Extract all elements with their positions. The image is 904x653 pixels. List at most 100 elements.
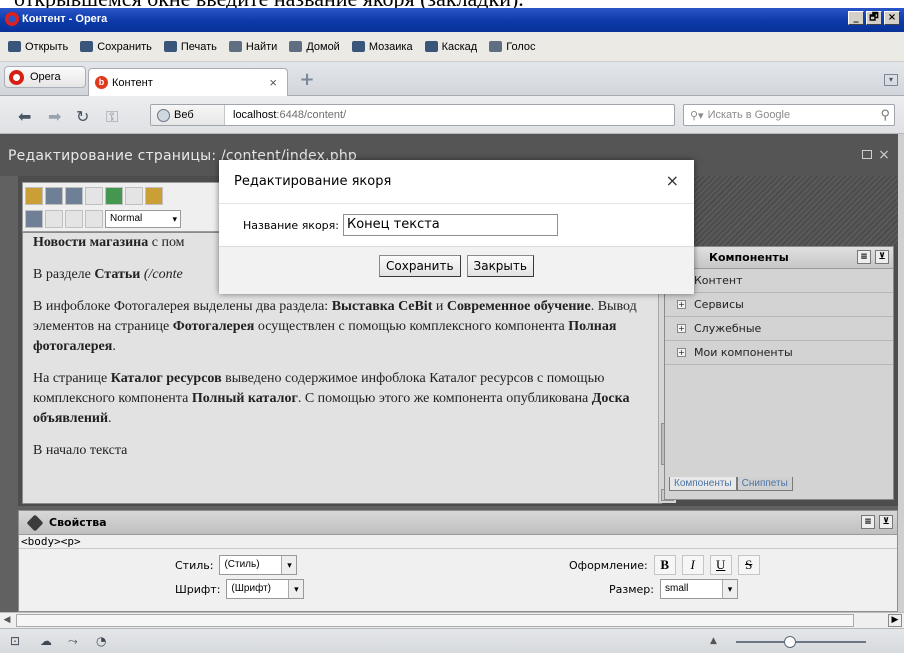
tab-components[interactable]: Компоненты <box>669 477 737 491</box>
format-row: Оформление: B I U S <box>569 555 760 575</box>
search-engine-icon[interactable]: ⚲▾ <box>690 109 704 122</box>
panel-toggle-icon[interactable]: ⊡ <box>10 635 24 647</box>
size-row: Размер: small <box>609 579 738 599</box>
horizontal-scrollbar[interactable]: ◀ ▶ <box>0 612 904 628</box>
reload-icon[interactable]: ↻ <box>76 107 89 126</box>
cloud-icon[interactable]: ☁ <box>40 635 54 647</box>
minimize-button[interactable]: _ <box>848 11 864 25</box>
new-tab-button[interactable]: + <box>298 71 316 90</box>
paragraph-style-select[interactable]: Normal <box>105 210 181 228</box>
properties-header: Свойства ≡ ⊻ <box>19 511 897 535</box>
save-doc-icon[interactable] <box>45 187 63 205</box>
dialog-close-icon[interactable]: × <box>666 171 679 190</box>
split-mode-icon[interactable] <box>65 210 83 228</box>
undo-icon[interactable] <box>105 187 123 205</box>
expand-icon[interactable]: + <box>677 324 686 333</box>
save-icon <box>80 41 94 52</box>
search-icon <box>228 41 242 52</box>
php-mode-icon[interactable] <box>85 210 103 228</box>
zoom-track <box>736 641 866 643</box>
expand-icon[interactable]: + <box>677 300 686 309</box>
panel-dock-icon[interactable]: ⊻ <box>875 250 889 264</box>
restore-button[interactable]: 🗗 <box>866 11 882 25</box>
strikethrough-button[interactable]: S <box>737 555 760 575</box>
save-button[interactable]: Сохранить <box>80 41 152 53</box>
zoom-menu-icon[interactable]: ▲ <box>710 636 717 646</box>
tab-snippets[interactable]: Сниппеты <box>736 477 793 491</box>
scroll-right-arrow-icon[interactable]: ▶ <box>888 614 902 627</box>
scroll-left-arrow-icon[interactable]: ◀ <box>0 614 14 627</box>
component-group-system[interactable]: + Служебные <box>665 317 893 341</box>
italic-button[interactable]: I <box>681 555 704 575</box>
bold-button[interactable]: B <box>653 555 676 575</box>
opera-logo-icon <box>5 12 19 26</box>
home-button[interactable]: Домой <box>289 41 340 53</box>
close-button[interactable]: × <box>884 11 900 25</box>
search-field[interactable]: ⚲▾ Искать в Google ⚲ <box>683 104 895 126</box>
bitrix-favicon-icon: b <box>95 76 108 89</box>
panel-menu-icon[interactable]: ≡ <box>857 250 871 264</box>
expand-icon[interactable]: + <box>677 348 686 357</box>
snippet-icon[interactable] <box>145 187 163 205</box>
save-button[interactable]: Сохранить <box>379 255 461 277</box>
maximize-icon[interactable] <box>862 150 872 159</box>
opera-menu-button[interactable]: Opera <box>4 66 86 88</box>
component-group-content[interactable]: +Контент <box>665 269 893 293</box>
components-header: Компоненты ≡ ⊻ <box>665 247 893 269</box>
home-icon <box>289 41 303 52</box>
dialog-header: Редактирование якоря × <box>219 160 694 204</box>
tab-close-icon[interactable]: × <box>269 75 277 90</box>
panel-dock-icon[interactable]: ⊻ <box>879 515 893 529</box>
zoom-slider[interactable]: ▲ <box>700 633 900 651</box>
editor-toolbar-row2: Normal <box>25 210 181 228</box>
tile-button[interactable]: Мозаика <box>351 41 413 53</box>
components-tabs: Компоненты Сниппеты <box>669 477 793 491</box>
redo-icon[interactable] <box>125 187 143 205</box>
wysiwyg-mode-icon[interactable] <box>25 210 43 228</box>
folder-icon <box>8 41 21 52</box>
code-mode-icon[interactable] <box>45 210 63 228</box>
zoom-knob[interactable] <box>784 636 796 648</box>
tab-menu-button[interactable]: ▾ <box>884 74 898 86</box>
hatch-background <box>666 176 898 246</box>
font-row: Шрифт: (Шрифт) <box>175 579 305 599</box>
speed-dial-icon[interactable]: ◔ <box>96 635 110 647</box>
paragraph-gallery: В инфоблоке Фотогалерея выделены два раз… <box>33 299 637 354</box>
window-titlebar: Контент - Opera _ 🗗 × <box>0 8 904 32</box>
close-button[interactable]: Закрыть <box>466 255 534 277</box>
tab-bar: Opera b Контент × + ▾ <box>0 62 904 96</box>
print-button[interactable]: Печать <box>163 41 217 53</box>
window-controls: _ 🗗 × <box>848 11 900 25</box>
voice-button[interactable]: Голос <box>489 41 535 53</box>
open-button[interactable]: Открыть <box>8 41 68 53</box>
component-group-services[interactable]: + Сервисы <box>665 293 893 317</box>
font-select[interactable]: (Шрифт) <box>226 579 305 599</box>
save-as-icon[interactable] <box>65 187 83 205</box>
key-icon[interactable]: ⚿ <box>106 107 118 127</box>
web-badge[interactable]: Веб <box>151 105 225 125</box>
tab-content[interactable]: b Контент × <box>88 68 288 96</box>
wrench-icon <box>26 514 44 531</box>
cascade-button[interactable]: Каскад <box>424 41 477 53</box>
horizontal-scroll-thumb[interactable] <box>16 614 854 627</box>
share-icon[interactable]: ⤳ <box>68 635 82 647</box>
preview-icon[interactable] <box>85 187 103 205</box>
style-select[interactable]: (Стиль) <box>219 555 298 575</box>
paragraph-catalog: На странице Каталог ресурсов выведено со… <box>33 371 630 426</box>
find-button[interactable]: Найти <box>228 41 277 53</box>
dialog-title: Редактирование якоря <box>234 174 392 189</box>
search-go-icon[interactable]: ⚲ <box>880 107 890 123</box>
anchor-name-input[interactable]: Конец текста <box>343 214 558 236</box>
underline-button[interactable]: U <box>709 555 732 575</box>
panel-menu-icon[interactable]: ≡ <box>861 515 875 529</box>
window-title: Контент - Opera <box>22 13 108 25</box>
editor-close-icon[interactable]: × <box>878 147 890 163</box>
settings-icon[interactable] <box>25 187 43 205</box>
component-group-mine[interactable]: + Мои компоненты <box>665 341 893 365</box>
address-field[interactable]: Веб localhost:6448/content/ <box>150 104 675 126</box>
page-vertical-scrollbar[interactable] <box>898 134 904 612</box>
forward-arrow-icon[interactable]: ➡ <box>48 107 61 126</box>
tag-breadcrumb[interactable]: <body><p> <box>19 535 897 549</box>
size-select[interactable]: small <box>659 579 738 599</box>
back-arrow-icon[interactable]: ⬅ <box>18 107 31 126</box>
